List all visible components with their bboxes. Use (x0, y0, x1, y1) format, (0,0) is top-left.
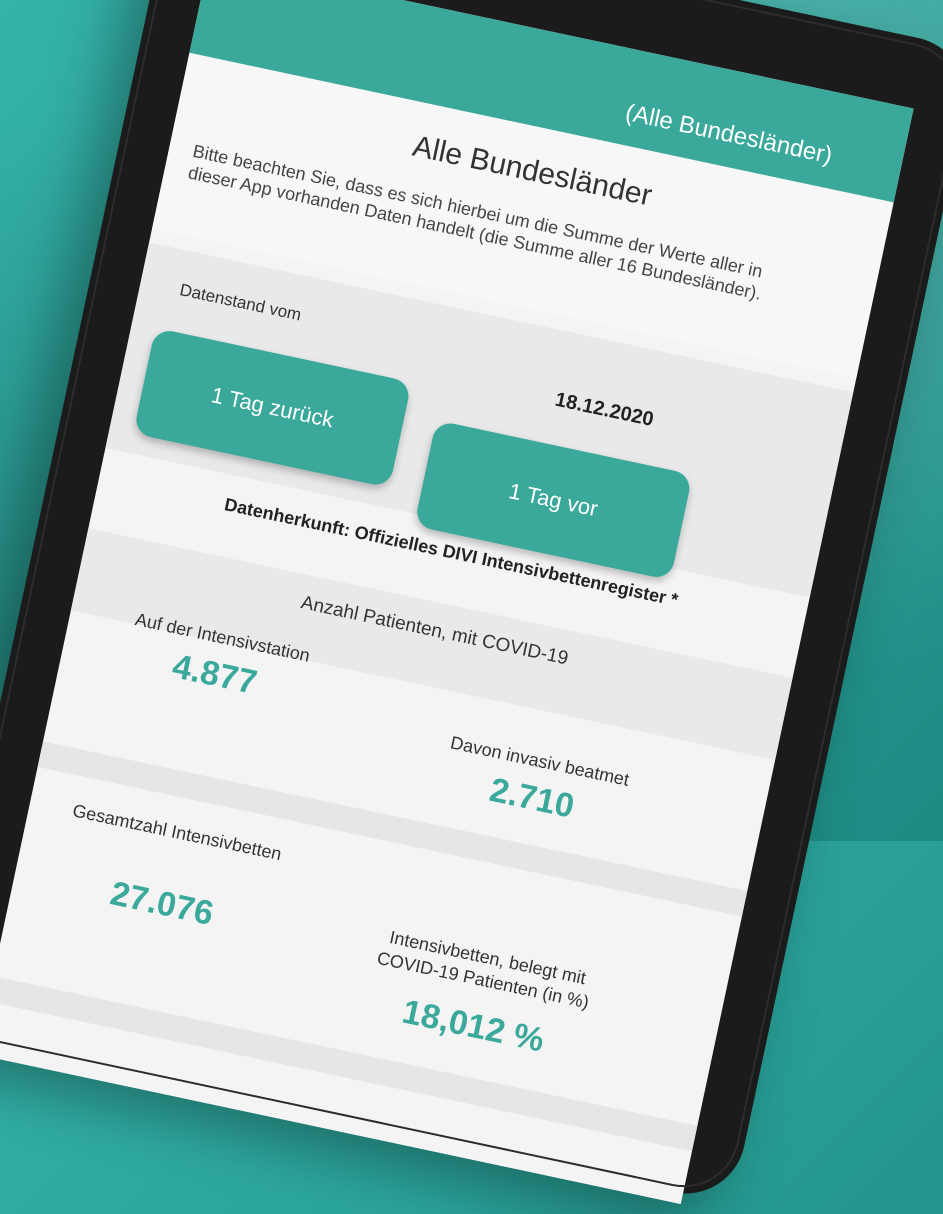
app-bar: (Alle Bundesländer) (189, 0, 914, 203)
previous-day-button[interactable]: 1 Tag zurück (133, 327, 412, 488)
tablet-device: (Alle Bundesländer) Alle Bundesländer Bi… (0, 0, 943, 1205)
page-title: Alle Bundesländer (409, 129, 655, 213)
data-source: Datenherkunft: Offizielles DIVI Intensiv… (222, 494, 680, 611)
date-label: Datenstand vom (177, 280, 304, 325)
intro-card (151, 52, 894, 379)
total-beds-label: Gesamtzahl Intensivbetten (70, 800, 284, 865)
patients-heading: Anzahl Patienten, mit COVID-19 (299, 592, 570, 670)
app-screen: (Alle Bundesländer) Alle Bundesländer Bi… (0, 0, 914, 1205)
app-bar-title: (Alle Bundesländer) (622, 99, 835, 170)
section-divider (0, 976, 698, 1152)
date-value: 18.12.2020 (553, 388, 656, 431)
icu-patients-label: Auf der Intensivstation (133, 609, 312, 666)
covid-beds-label: Intensivbetten, belegt mit COVID-19 Pati… (324, 914, 647, 1026)
info-note: Bitte beachten Sie, dass es sich hierbei… (186, 140, 765, 304)
date-section (105, 242, 854, 598)
icu-patients-value: 4.877 (169, 647, 261, 703)
covid-beds-label-line1: Intensivbetten, belegt mit (387, 926, 588, 989)
section-divider (37, 741, 748, 917)
covid-beds-value: 18,012 % (399, 992, 548, 1060)
next-day-button[interactable]: 1 Tag vor (413, 420, 693, 581)
patients-heading-band (70, 528, 793, 761)
ventilated-label: Davon invasiv beatmet (448, 732, 631, 790)
total-beds-value: 27.076 (107, 874, 217, 934)
covid-beds-label-line2: COVID-19 Patienten (in %) (375, 947, 591, 1013)
ventilated-value: 2.710 (486, 770, 578, 826)
